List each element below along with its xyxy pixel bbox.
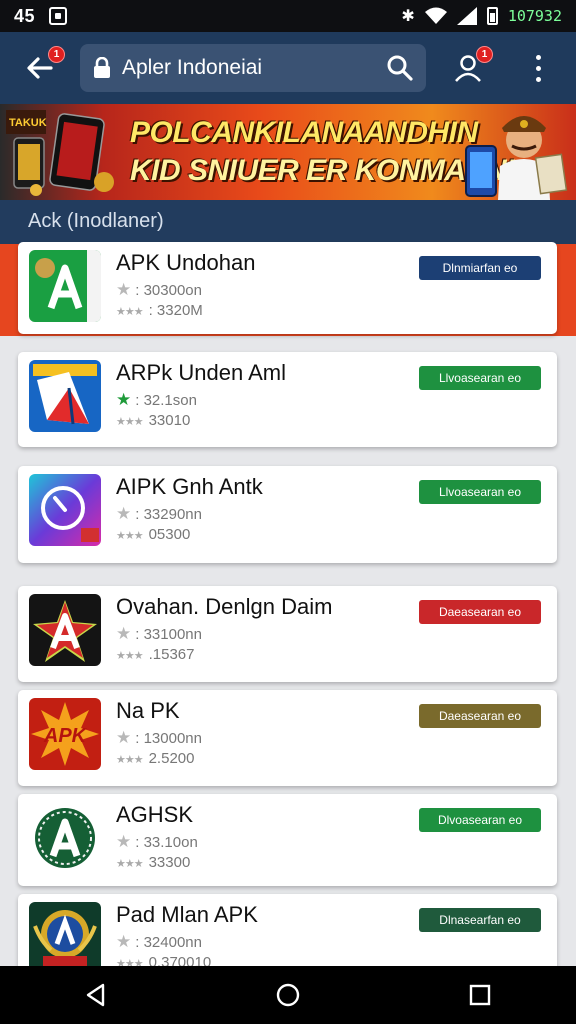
app-list-item[interactable]: APK Undohan ★: 30300on ★★★: 3320M Dlnmia… bbox=[18, 242, 557, 334]
download-button[interactable]: Daeasearan eo bbox=[419, 704, 541, 728]
section-header: Ack (Inodlaner) bbox=[0, 200, 576, 244]
star-icon: ★ bbox=[116, 728, 132, 747]
rating-stars-icon: ★★★ bbox=[116, 650, 144, 662]
banner-corner-text: TAKUK bbox=[9, 117, 47, 129]
download-button[interactable]: Llvoasearan eo bbox=[419, 366, 541, 390]
app-size: ★: 32400nn bbox=[116, 932, 202, 951]
download-button[interactable]: Dlvoasearan eo bbox=[419, 808, 541, 832]
status-right: ✱ 107932 bbox=[401, 6, 562, 26]
app-downloads: ★★★ 33300 bbox=[116, 854, 191, 871]
square-recents-icon bbox=[469, 984, 491, 1006]
app-list-item[interactable]: ARPk Unden Aml ★: 32.1son ★★★ 33010 Llvoa… bbox=[18, 352, 557, 447]
star-icon: ★ bbox=[116, 832, 132, 851]
rating-stars-icon: ★★★ bbox=[116, 416, 144, 428]
app-downloads: ★★★ 2.5200 bbox=[116, 750, 195, 767]
mascot-illustration-icon bbox=[465, 116, 568, 200]
app-name: Ovahan. Denlgn Daim bbox=[116, 594, 333, 619]
download-button[interactable]: Daeasearan eo bbox=[419, 600, 541, 624]
notification-icon bbox=[49, 7, 68, 25]
top-toolbar: 1 Apler Indoneiai 1 bbox=[0, 32, 576, 104]
download-button[interactable]: Llvoasearan eo bbox=[419, 480, 541, 504]
status-bar: 45 ✱ 107932 bbox=[0, 0, 576, 32]
app-downloads: ★★★ .15367 bbox=[116, 646, 195, 663]
phones-illustration-icon: TAKUK bbox=[6, 110, 114, 196]
svg-text:APK: APK bbox=[43, 725, 88, 747]
system-nav-bar bbox=[0, 966, 576, 1024]
rating-stars-icon: ★★★ bbox=[116, 306, 144, 318]
app-name: Na PK bbox=[116, 698, 180, 723]
app-list-item[interactable]: Pad Mlan APK ★: 32400nn ★★★ 0.370010 Dlna… bbox=[18, 894, 557, 974]
gold-emblem-icon bbox=[29, 902, 101, 974]
app-downloads: ★★★ 33010 bbox=[116, 412, 191, 429]
app-size: ★: 13000nn bbox=[116, 728, 202, 747]
star-icon: ★ bbox=[116, 504, 132, 523]
circle-home-icon bbox=[276, 983, 300, 1007]
nav-recents-button[interactable] bbox=[450, 971, 510, 1019]
search-input[interactable]: Apler Indoneiai bbox=[122, 56, 386, 80]
back-button[interactable]: 1 bbox=[0, 32, 80, 104]
banner-subheadline: KID SNIUER ER KONMASNI bbox=[130, 154, 515, 187]
app-list-item[interactable]: AIPK Gnh Antk ★: 33290nn ★★★ 05300 Llvoas… bbox=[18, 466, 557, 563]
red-a-star-icon bbox=[29, 594, 101, 666]
green-a-icon bbox=[29, 250, 101, 322]
section-title: Ack (Inodlaner) bbox=[28, 210, 164, 232]
star-icon: ★ bbox=[116, 280, 132, 299]
blue-paper-icon bbox=[29, 360, 101, 432]
app-size: ★: 33100nn bbox=[116, 624, 202, 643]
app-size: ★: 33290nn bbox=[116, 504, 202, 523]
profile-button[interactable]: 1 bbox=[428, 32, 508, 104]
gradient-dial-icon bbox=[29, 474, 101, 546]
star-icon: ★ bbox=[116, 390, 132, 409]
rating-stars-icon: ★★★ bbox=[116, 858, 144, 870]
promo-banner[interactable]: TAKUK POLCANKILANAANDHIN KID SNIUER ER K… bbox=[0, 104, 576, 200]
profile-badge: 1 bbox=[476, 46, 493, 63]
app-list-item[interactable]: Ovahan. Denlgn Daim ★: 33100nn ★★★ .15367… bbox=[18, 586, 557, 682]
app-size: ★: 32.1son bbox=[116, 390, 197, 409]
app-list-item[interactable]: AGHSK ★: 33.10on ★★★ 33300 Dlvoasearan eo bbox=[18, 794, 557, 886]
battery-icon bbox=[486, 7, 498, 25]
wifi-icon bbox=[424, 7, 447, 24]
rating-stars-icon: ★★★ bbox=[116, 530, 144, 542]
more-vert-icon bbox=[535, 52, 541, 85]
back-badge: 1 bbox=[48, 46, 65, 63]
app-list-item[interactable]: APK Na PK ★: 13000nn ★★★ 2.5200 Daeaseara… bbox=[18, 690, 557, 786]
bluetooth-icon: ✱ bbox=[401, 8, 415, 25]
app-size: ★: 33.10on bbox=[116, 832, 198, 851]
signal-icon bbox=[456, 7, 477, 25]
triangle-back-icon bbox=[86, 983, 105, 1007]
green-circle-a-icon bbox=[29, 802, 101, 874]
lock-icon bbox=[94, 57, 110, 78]
app-name: Pad Mlan APK bbox=[116, 902, 258, 927]
status-time: 45 bbox=[14, 5, 36, 26]
nav-back-button[interactable] bbox=[66, 971, 126, 1019]
orange-burst-icon: APK bbox=[29, 698, 101, 770]
nav-home-button[interactable] bbox=[258, 971, 318, 1019]
download-button[interactable]: Dlnmiarfan eo bbox=[419, 256, 541, 280]
star-icon: ★ bbox=[116, 932, 132, 951]
app-name: ARPk Unden Aml bbox=[116, 360, 286, 385]
status-code: 107932 bbox=[507, 7, 562, 25]
star-icon: ★ bbox=[116, 624, 132, 643]
banner-headline: POLCANKILANAANDHIN bbox=[130, 116, 478, 149]
app-name: AIPK Gnh Antk bbox=[116, 474, 263, 499]
download-button[interactable]: Dlnasearfan eo bbox=[419, 908, 541, 932]
app-name: APK Undohan bbox=[116, 250, 256, 275]
search-icon[interactable] bbox=[386, 54, 414, 82]
rating-stars-icon: ★★★ bbox=[116, 754, 144, 766]
app-downloads: ★★★ 05300 bbox=[116, 526, 191, 543]
app-downloads: ★★★: 3320M bbox=[116, 302, 203, 319]
search-bar[interactable]: Apler Indoneiai bbox=[80, 44, 426, 92]
app-size: ★: 30300on bbox=[116, 280, 202, 299]
overflow-menu-button[interactable] bbox=[508, 32, 568, 104]
app-name: AGHSK bbox=[116, 802, 194, 827]
